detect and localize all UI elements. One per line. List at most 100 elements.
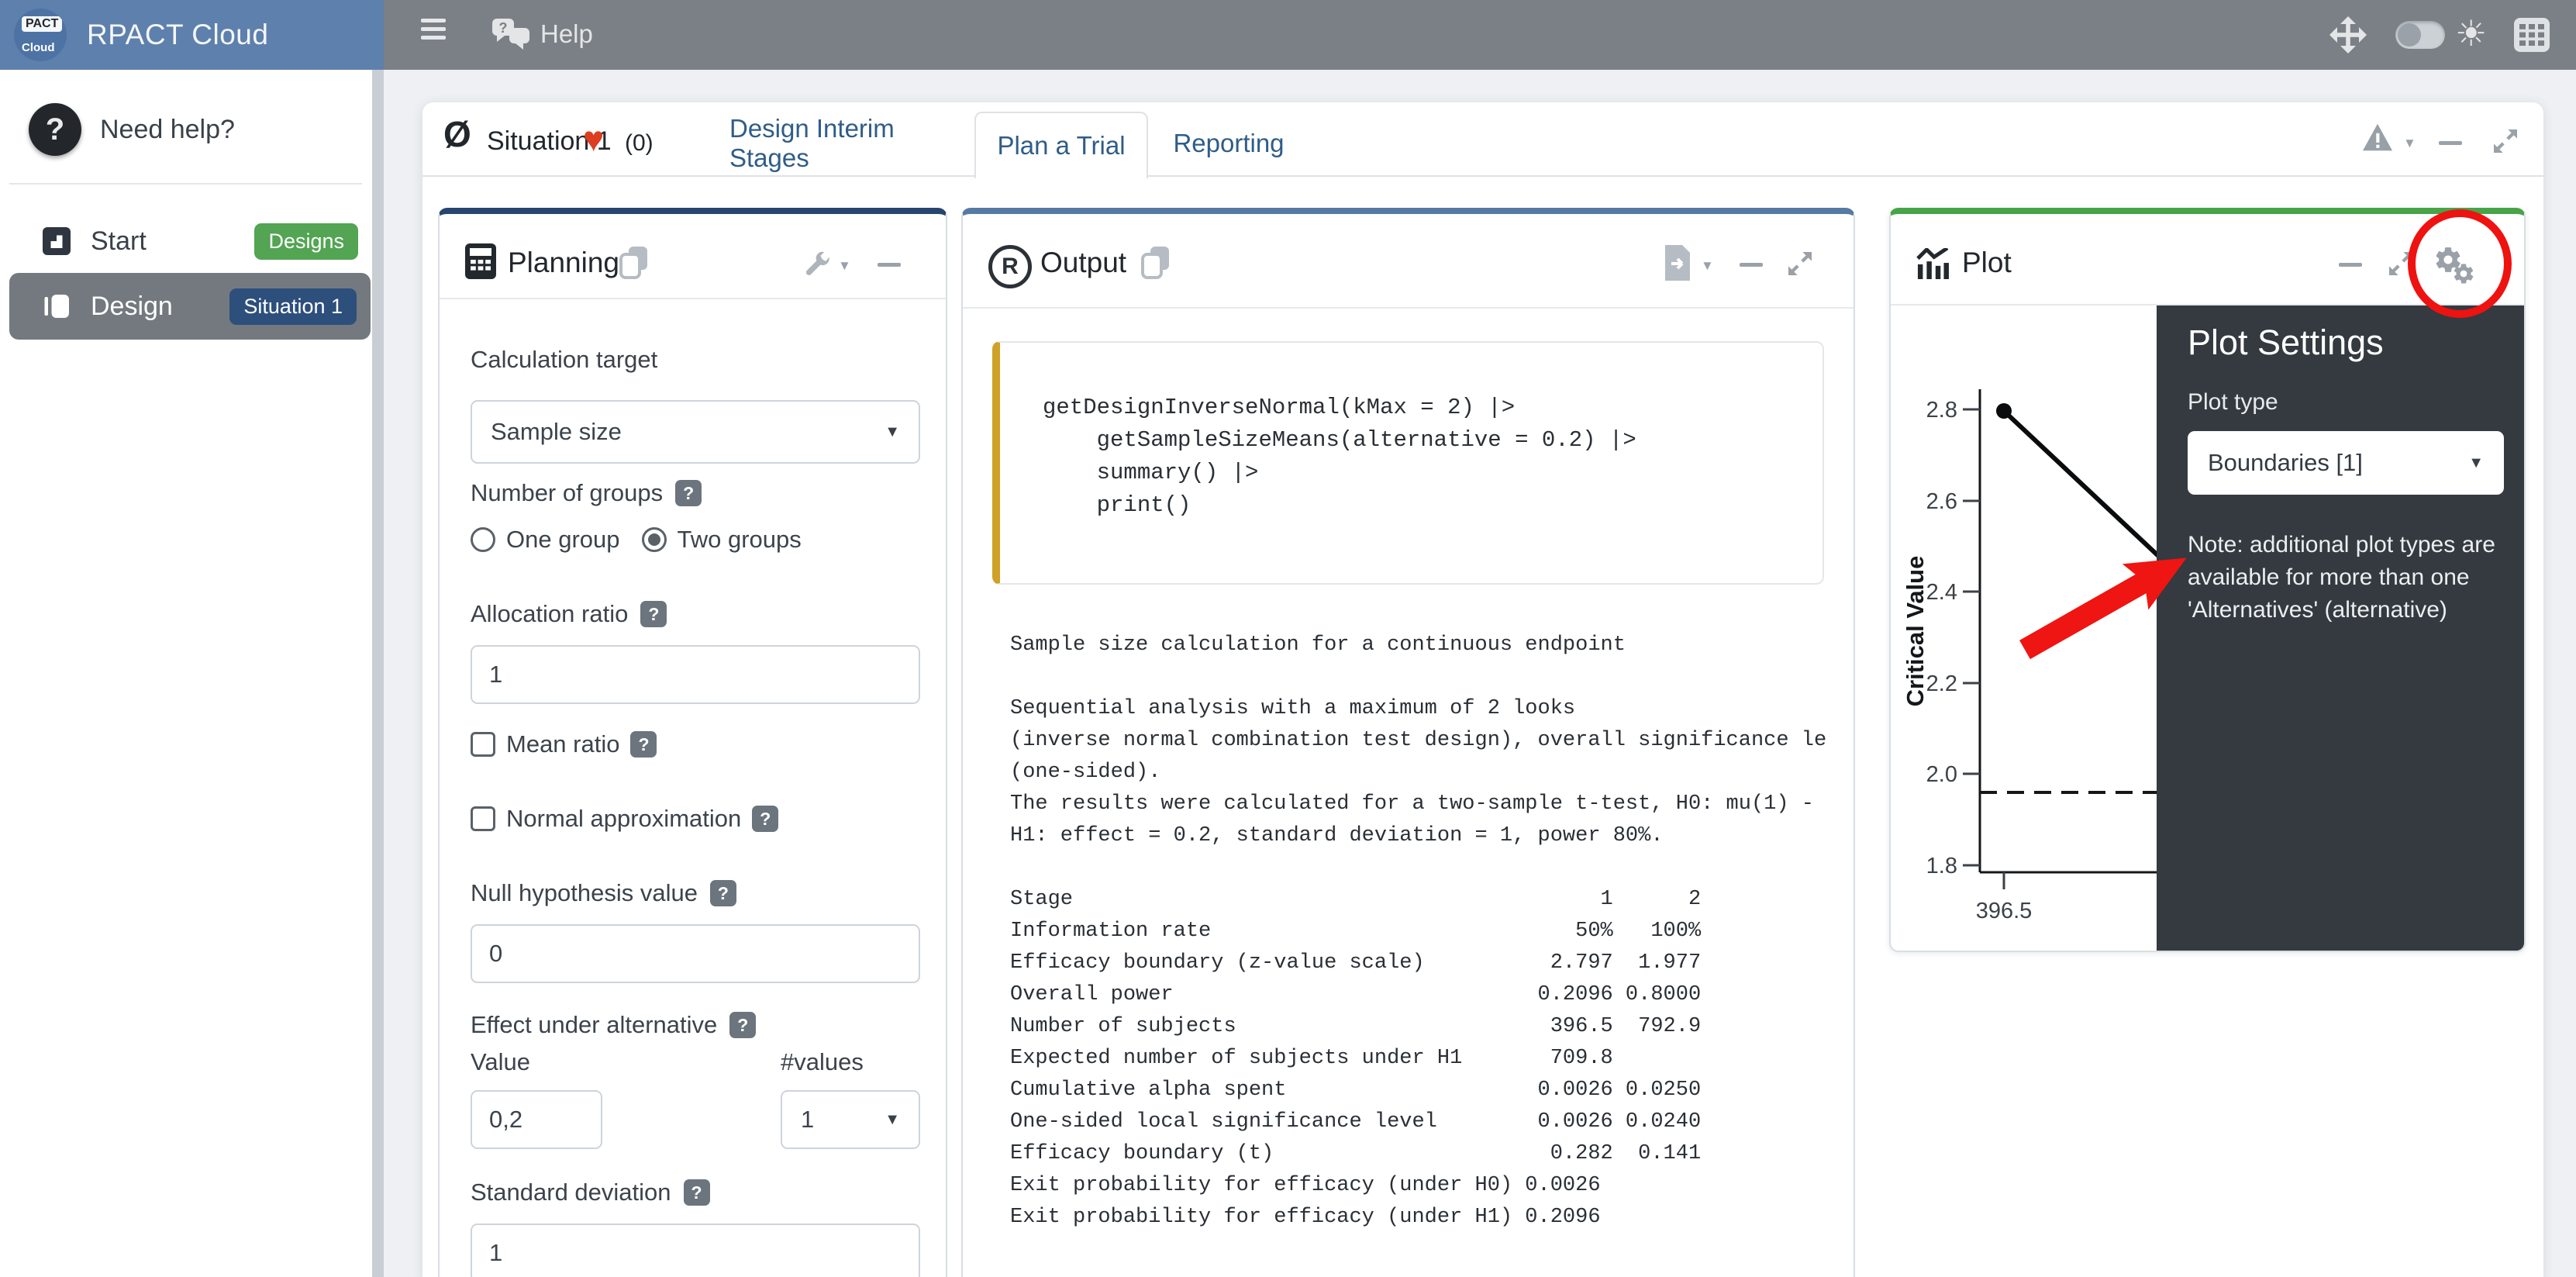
null-hypothesis-input[interactable] [471,924,920,983]
help-icon[interactable]: ? [684,1179,710,1206]
tab-design-interim-stages[interactable]: Design Interim Stages [729,112,950,175]
minimize-panel-icon[interactable] [878,263,901,267]
chat-bubbles-icon: ? [491,16,531,53]
values-count-select[interactable]: 1 ▼ [781,1090,920,1149]
r-output-text: Sample size calculation for a continuous… [1010,630,1851,1234]
question-mark-icon: ? [29,103,81,156]
two-groups-radio[interactable] [642,527,667,552]
wrench-icon[interactable] [802,250,832,279]
caret-down-icon: ▼ [2468,455,2484,471]
logo-top-text: PACT [22,16,62,32]
export-report-icon[interactable] [1662,245,1693,281]
minimize-panel-icon[interactable] [1740,263,1763,267]
theme-toggle[interactable] [2395,21,2445,49]
allocation-ratio-input[interactable] [471,645,920,704]
panel-header-divider [963,307,1854,309]
brightness-icon[interactable]: ☀ [2455,12,2487,54]
help-label: Help [540,19,593,49]
plot-type-select[interactable]: Boundaries [1] ▼ [2188,431,2504,495]
normal-approximation-label: Normal approximation [506,805,741,833]
planning-panel: Planning ▼ Calculation target Sample siz… [438,208,947,1277]
caret-down-icon: ▼ [885,424,900,440]
calculation-target-label: Calculation target [471,346,657,374]
brand-name: RPACT Cloud [87,19,268,51]
select-value: 1 [801,1106,814,1134]
allocation-ratio-label: Allocation ratio [471,600,628,628]
hamburger-menu-icon[interactable] [421,14,446,44]
y-tick: 2.6 [1926,489,1957,514]
plot-type-label: Plot type [2188,389,2278,416]
one-group-radio[interactable] [471,527,495,552]
sidebar: ? Need help? Start Designs Design Situat… [0,70,372,1277]
expand-panel-icon[interactable] [1785,248,1816,279]
annotation-circle [2408,209,2512,318]
tab-label: Reporting [1173,129,1284,158]
minimize-panel-icon[interactable] [2339,263,2362,267]
help-button[interactable]: ? Help [491,11,593,57]
topbar: ? Help ☀ [384,0,2576,70]
standard-deviation-label: Standard deviation [471,1179,671,1206]
situation-badge: Situation 1 [229,288,357,325]
start-icon [43,227,71,255]
tab-label: Design Interim Stages [729,114,950,173]
data-point [1996,403,2012,419]
chart-icon [1916,248,1949,279]
r-logo-icon: R [988,245,1032,288]
sidebar-header: PACT Cloud RPACT Cloud [0,0,384,70]
minimize-card-icon[interactable] [2439,141,2462,145]
grid-layout-icon[interactable] [2514,18,2550,52]
sidebar-item-design[interactable]: Design Situation 1 [9,273,371,340]
calculator-icon [465,243,496,279]
caret-down-icon: ▼ [885,1112,900,1127]
y-tick: 2.0 [1926,762,1957,787]
y-tick: 2.8 [1926,398,1957,423]
plot-settings-note: Note: additional plot types are availabl… [2188,529,2516,626]
calculation-target-select[interactable]: Sample size ▼ [471,400,920,464]
normal-approximation-checkbox[interactable] [471,806,495,831]
warnings-dropdown-icon[interactable] [2361,123,2394,152]
copy-icon[interactable] [1141,247,1171,279]
y-tick: 1.8 [1926,854,1957,878]
logo-bottom-text: Cloud [22,41,55,54]
sidebar-item-start[interactable]: Start Designs [9,217,371,265]
sidebar-scrollbar[interactable] [372,70,384,1277]
tab-reporting[interactable]: Reporting [1167,112,1291,175]
help-icon[interactable]: ? [710,880,736,906]
effect-value-input[interactable] [471,1090,602,1149]
need-help-item[interactable]: ? Need help? [29,103,235,156]
situation-icon: Ø [443,113,471,155]
tab-label: Plan a Trial [997,131,1125,160]
caret-down-icon: ▼ [2403,136,2416,150]
sidebar-item-label: Design [91,292,173,322]
help-icon[interactable]: ? [675,480,702,506]
help-icon[interactable]: ? [630,731,657,758]
panel-title: Output [1040,247,1126,279]
panel-title: Planning [508,247,619,279]
values-count-label: #values [781,1048,864,1076]
plot-settings-title: Plot Settings [2188,323,2384,363]
expand-arrows-icon[interactable] [2329,16,2367,53]
caret-down-icon: ▼ [1701,259,1714,272]
help-icon[interactable]: ? [729,1012,756,1038]
expand-card-icon[interactable] [2490,126,2521,157]
mean-ratio-checkbox[interactable] [471,732,495,757]
null-hypothesis-label: Null hypothesis value [471,879,698,907]
need-help-label: Need help? [100,115,235,145]
standard-deviation-input[interactable] [471,1224,920,1277]
sidebar-item-label: Start [91,226,147,257]
help-icon[interactable]: ? [752,806,778,832]
tab-plan-a-trial[interactable]: Plan a Trial [974,112,1148,178]
sidebar-divider [9,183,362,185]
mean-ratio-label: Mean ratio [506,730,619,758]
copy-icon[interactable] [619,247,649,279]
help-icon[interactable]: ? [640,601,667,627]
tabbar-border [422,175,2543,177]
y-tick: 2.2 [1926,671,1957,696]
favorite-heart-icon[interactable]: ♥ [583,121,604,157]
plot-settings-overlay: Plot Settings Plot type Boundaries [1] ▼… [2157,305,2526,952]
designs-badge: Designs [254,223,358,260]
favorite-count: (0) [625,130,653,157]
panel-header-divider [440,298,946,299]
rpact-logo-icon[interactable]: PACT Cloud [14,9,67,61]
annotation-arrow [2000,535,2209,671]
